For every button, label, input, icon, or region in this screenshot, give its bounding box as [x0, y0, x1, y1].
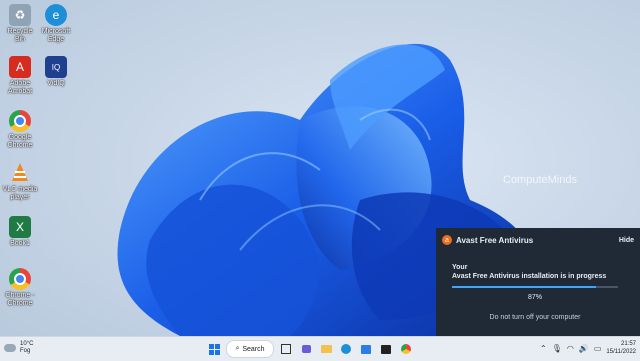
clock-time: 21:57 [620, 341, 636, 347]
progress-fill [452, 286, 597, 288]
desktop-icon-book1[interactable]: X Book1 [2, 216, 38, 248]
edge-icon: e [45, 4, 67, 26]
installation-progress-bar [452, 286, 618, 288]
task-view-button[interactable] [278, 341, 294, 357]
store-icon [361, 344, 371, 354]
fog-icon [4, 344, 16, 352]
desktop-icon-recycle-bin[interactable]: ♻ Recycle Bin [2, 4, 38, 44]
chat-button[interactable] [298, 341, 314, 357]
volume-icon[interactable]: 🔊 [579, 344, 589, 353]
desktop-icon-label: Adobe Acrobat [7, 80, 33, 95]
desktop-icon-vlc[interactable]: VLC media player [2, 162, 38, 202]
watermark-text: ComputeMinds [503, 174, 577, 186]
desktop-icon-label: VLC media player [2, 186, 38, 201]
store-button[interactable] [358, 341, 374, 357]
windows-icon [208, 343, 220, 355]
avast-notification: a Avast Free Antivirus Hide Your Avast F… [436, 228, 640, 336]
start-button[interactable] [206, 341, 222, 357]
notification-line-2: Avast Free Antivirus installation is in … [452, 273, 607, 280]
desktop-icon-label: Recycle Bin [7, 28, 33, 43]
avast-logo-icon: a [442, 235, 452, 245]
battery-icon[interactable]: ▭ [594, 344, 602, 353]
acrobat-icon: A [9, 56, 31, 78]
terminal-icon [381, 344, 391, 354]
desktop-icon-acrobat[interactable]: A Adobe Acrobat [2, 56, 38, 96]
desktop-icon-vidiq[interactable]: IQ VidIQ [38, 56, 74, 88]
taskbar-search[interactable]: ⌕ Search [226, 340, 274, 358]
folder-icon [320, 345, 332, 353]
recycle-bin-icon: ♻ [9, 4, 31, 26]
notification-line-1: Your [452, 264, 468, 271]
desktop-icon-label: Microsoft Edge [41, 28, 71, 43]
microphone-icon[interactable]: 🎙 [552, 344, 562, 353]
task-view-icon [281, 344, 291, 354]
desktop-icon-label: Chrome - Chrome [5, 292, 35, 307]
notification-header: a Avast Free Antivirus Hide [442, 234, 634, 246]
edge-taskbar-button[interactable] [338, 341, 354, 357]
system-tray: ⌃ 🎙 ◠ 🔊 ▭ 21:57 15/11/2022 [540, 340, 636, 356]
vidiq-icon: IQ [45, 56, 67, 78]
notification-note: Do not turn off your computer [489, 314, 581, 321]
wifi-icon[interactable]: ◠ [567, 344, 574, 353]
desktop-icon-chrome-profile[interactable]: Chrome - Chrome [2, 268, 38, 308]
hide-button[interactable]: Hide [619, 237, 634, 244]
progress-percent: 87% [527, 294, 542, 301]
weather-widget[interactable]: 10°C Fog [4, 341, 33, 355]
chrome-taskbar-button[interactable] [398, 341, 414, 357]
chat-icon [301, 345, 311, 353]
search-icon: ⌕ [235, 345, 240, 352]
chevron-up-icon[interactable]: ⌃ [540, 344, 547, 353]
file-explorer-button[interactable] [318, 341, 334, 357]
chrome-icon [9, 268, 31, 290]
desktop-icon-label: VidIQ [47, 80, 65, 87]
weather-temperature: 10°C [20, 341, 34, 347]
vlc-icon [9, 162, 31, 184]
desktop-icon-edge[interactable]: e Microsoft Edge [38, 4, 74, 44]
chrome-icon [401, 344, 411, 354]
desktop-icon-label: Google Chrome [7, 134, 33, 149]
desktop-icon-label: Book1 [10, 240, 30, 247]
excel-icon: X [9, 216, 31, 238]
taskbar-clock[interactable]: 21:57 15/11/2022 [606, 340, 636, 356]
weather-description: Fog [20, 348, 31, 354]
taskbar: 10°C Fog ⌕ Search ⌃ 🎙 ◠ 🔊 ▭ 21:57 15/11/… [0, 336, 640, 361]
edge-icon [341, 344, 351, 354]
clock-date: 15/11/2022 [606, 349, 636, 355]
terminal-button[interactable] [378, 341, 394, 357]
taskbar-apps: ⌕ Search [206, 340, 414, 358]
desktop-icon-chrome[interactable]: Google Chrome [2, 110, 38, 150]
search-label: Search [242, 345, 265, 353]
chrome-icon [9, 110, 31, 132]
notification-title: Avast Free Antivirus [456, 235, 534, 245]
